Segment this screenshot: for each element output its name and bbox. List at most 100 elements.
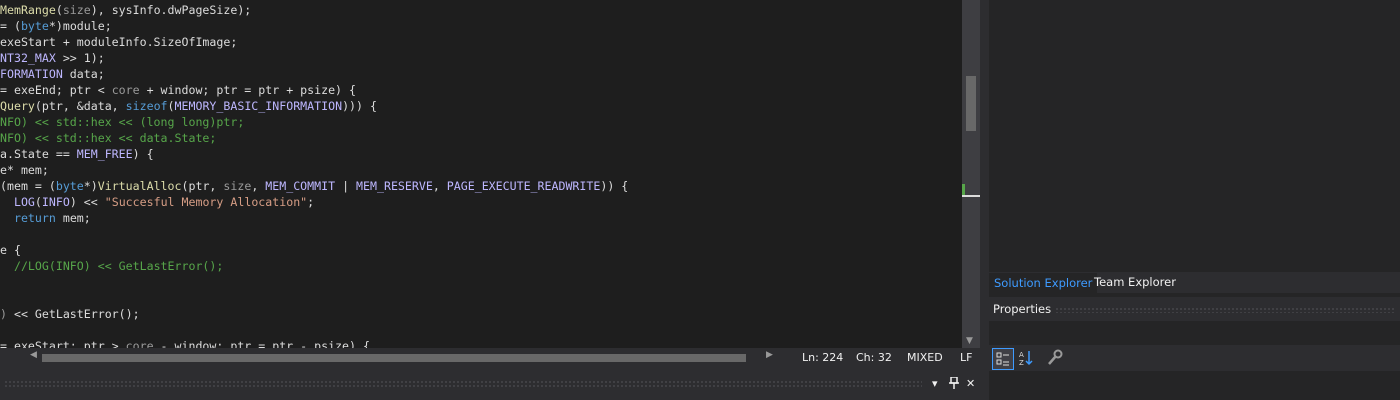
scroll-left-arrow-icon[interactable]: ◀ — [30, 350, 37, 360]
code-token: (ptr, &data, — [34, 99, 126, 113]
code-token: ) << — [69, 195, 105, 209]
code-token: MEMORY_BASIC_INFORMATION — [174, 99, 343, 113]
code-token: (mem = ( — [0, 179, 56, 193]
right-dock-panel: Solution Explorer Team Explorer Properti… — [989, 0, 1400, 400]
code-token: (ptr, — [181, 179, 224, 193]
code-token: , — [251, 179, 266, 193]
svg-text:Z: Z — [1019, 359, 1024, 367]
code-line[interactable]: = exeStart; ptr > core - window; ptr = p… — [0, 338, 370, 348]
code-line[interactable]: e* mem; — [0, 162, 49, 178]
properties-title: Properties — [993, 302, 1052, 316]
code-token: return — [13, 211, 56, 225]
code-token: sizeof — [125, 99, 168, 113]
code-line[interactable]: Query(ptr, &data, sizeof(MEMORY_BASIC_IN… — [0, 98, 377, 114]
code-line[interactable]: LOG(INFO) << "Succesful Memory Allocatio… — [0, 194, 314, 210]
code-line[interactable]: = exeEnd; ptr < core + window; ptr = ptr… — [0, 82, 356, 98]
code-token: mem; — [55, 211, 91, 225]
code-token: VirtualAlloc — [97, 179, 182, 193]
code-token: MEM_COMMIT — [265, 179, 336, 193]
code-token: e* mem; — [0, 163, 49, 177]
code-token: core — [125, 339, 154, 348]
code-token: e { — [0, 243, 21, 257]
code-token: byte — [20, 19, 49, 33]
code-token: a.State == — [0, 147, 77, 161]
code-token: NT32_MAX — [0, 51, 56, 65]
code-line[interactable]: (mem = (byte*)VirtualAlloc(ptr, size, ME… — [0, 178, 628, 194]
code-line[interactable]: FORMATION data; — [0, 66, 105, 82]
code-token: >> 1); — [55, 51, 105, 65]
code-token: INFO — [41, 195, 70, 209]
code-line[interactable]: a.State == MEM_FREE) { — [0, 146, 154, 162]
properties-grid[interactable] — [989, 371, 1400, 400]
whitespace-mode[interactable]: MIXED — [907, 351, 943, 365]
code-token: ( — [167, 99, 175, 113]
code-token: ; — [307, 195, 315, 209]
property-pages-icon[interactable] — [1045, 348, 1065, 368]
code-token: MEM_RESERVE — [356, 179, 433, 193]
dock-tabs: Solution Explorer Team Explorer — [989, 272, 1400, 294]
code-line[interactable]: ) << GetLastError(); — [0, 306, 140, 322]
vertical-scrollbar-thumb[interactable] — [966, 76, 976, 131]
categorized-icon[interactable] — [992, 348, 1014, 370]
close-icon[interactable]: ✕ — [966, 377, 975, 390]
column-number[interactable]: Ch: 32 — [856, 351, 892, 365]
code-token: FORMATION — [0, 67, 63, 81]
code-token: MEM_FREE — [76, 147, 133, 161]
pin-icon[interactable] — [949, 376, 959, 392]
vertical-scrollbar[interactable]: ▼ — [962, 0, 980, 348]
code-token: ( — [34, 195, 42, 209]
scroll-down-arrow-icon[interactable]: ▼ — [966, 336, 973, 346]
code-token: MemRange — [0, 3, 56, 17]
code-token: size — [62, 3, 91, 17]
scroll-right-arrow-icon[interactable]: ▶ — [766, 350, 773, 360]
horizontal-scrollbar[interactable] — [42, 354, 746, 362]
code-token: //LOG(INFO) << GetLastError(); — [13, 259, 224, 273]
code-token: , — [432, 179, 447, 193]
code-token: LOG — [13, 195, 35, 209]
code-token: = exeEnd; ptr < — [0, 83, 112, 97]
alphabetical-icon[interactable]: A Z — [1016, 348, 1036, 368]
code-line[interactable]: = (byte*)module; — [0, 18, 112, 34]
code-token: "Succesful Memory Allocation" — [104, 195, 308, 209]
line-number[interactable]: Ln: 224 — [802, 351, 843, 365]
code-line[interactable]: NFO) << std::hex << (long long)ptr; — [0, 114, 244, 130]
drag-grip[interactable] — [4, 380, 922, 388]
code-token: size — [223, 179, 252, 193]
splitter[interactable] — [980, 0, 989, 400]
code-token: | — [335, 179, 357, 193]
code-token: data; — [62, 67, 105, 81]
properties-toolbar: A Z — [989, 345, 1400, 371]
code-token: = exeStart; ptr > — [0, 339, 126, 348]
code-line[interactable]: return mem; — [0, 210, 91, 226]
code-editor[interactable]: MemRange(size), sysInfo.dwPageSize); = (b… — [0, 0, 962, 348]
code-token: << GetLastError(); — [6, 307, 140, 321]
code-token: Query — [0, 99, 35, 113]
code-line[interactable]: MemRange(size), sysInfo.dwPageSize); — [0, 2, 251, 18]
tab-team-explorer[interactable]: Team Explorer — [1089, 272, 1181, 293]
window-position-dropdown-icon[interactable]: ▾ — [932, 377, 938, 390]
solution-explorer-area[interactable] — [989, 0, 1400, 272]
code-token: ( — [55, 3, 63, 17]
code-token: *) — [83, 179, 98, 193]
line-ending[interactable]: LF — [960, 351, 972, 365]
horizontal-scrollbar-thumb[interactable] — [42, 354, 746, 362]
code-token: NFO) << std::hex << (long long)ptr; — [0, 115, 245, 129]
code-token: NFO) << std::hex << data.State; — [0, 131, 217, 145]
bottom-tool-window: ▾ ✕ — [0, 368, 984, 400]
tab-solution-explorer[interactable]: Solution Explorer — [989, 272, 1098, 294]
code-token: )) { — [600, 179, 629, 193]
drag-grip[interactable] — [1055, 307, 1395, 313]
code-token: ), sysInfo.dwPageSize); — [90, 3, 252, 17]
editor-status-bar: ◀ ▶ Ln: 224 Ch: 32 MIXED LF — [0, 348, 980, 368]
code-line[interactable]: exeStart + moduleInfo.SizeOfImage; — [0, 34, 237, 50]
code-token: = ( — [0, 19, 21, 33]
code-token: exeStart + moduleInfo.SizeOfImage; — [0, 35, 238, 49]
caret-position-marker — [962, 195, 980, 197]
code-line[interactable]: NFO) << std::hex << data.State; — [0, 130, 216, 146]
code-line[interactable]: e { — [0, 242, 21, 258]
code-line[interactable]: NT32_MAX >> 1); — [0, 50, 105, 66]
code-token: ) — [0, 307, 7, 321]
code-line[interactable]: //LOG(INFO) << GetLastError(); — [0, 258, 223, 274]
